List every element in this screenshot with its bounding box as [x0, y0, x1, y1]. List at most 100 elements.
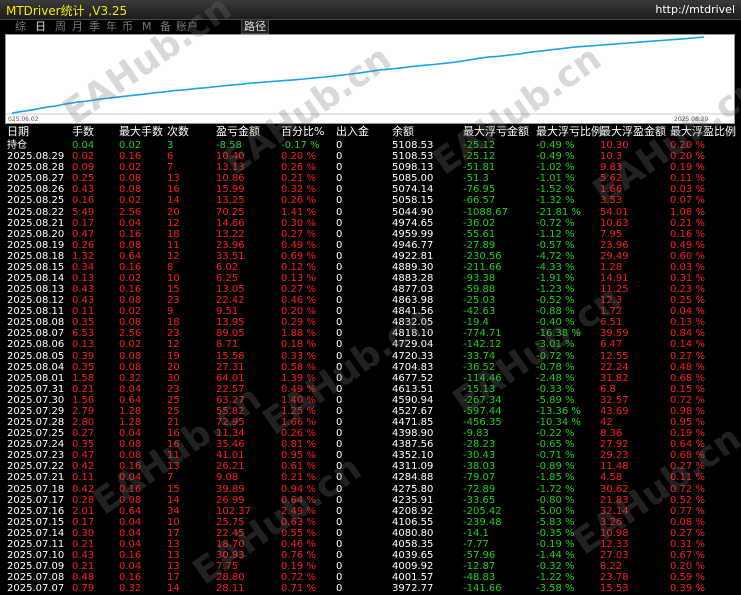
table-row[interactable]: 2025.08.11 0.11 0.02 9 9.51 0.20 % 0 4841.56 -42…: [0, 306, 741, 317]
cell-date: 2025.07.28: [7, 417, 65, 428]
cell-lots: 0.04: [72, 140, 95, 151]
table-row[interactable]: 2025.08.20 0.47 0.16 18 13.22 0.27 % 0 4959.99 -…: [0, 229, 741, 240]
table-row[interactable]: 2025.07.07 0.79 0.32 14 28.11 0.71 % 0 3972.77 -…: [0, 583, 741, 594]
cell-inout: 0: [336, 505, 343, 517]
cell-balance: 5085.00: [392, 173, 434, 185]
tab-5[interactable]: 年: [104, 19, 119, 34]
table-row[interactable]: 2025.07.31 0.21 0.04 23 22.57 0.49 % 0 4613.51 -…: [0, 384, 741, 395]
col-header-pct[interactable]: 百分比%: [281, 125, 324, 138]
col-header-lots[interactable]: 手数: [72, 125, 94, 138]
cell-pl: 89.05: [216, 328, 245, 340]
tab-6[interactable]: 币: [120, 19, 135, 34]
cell-max-float-profit-pct: 0.21 %: [670, 217, 705, 229]
table-row[interactable]: 2025.07.24 0.35 0.08 16 35.46 0.81 % 0 4387.56 -…: [0, 439, 741, 450]
cell-max-float-loss: -774.71: [463, 328, 502, 340]
table-row[interactable]: 2025.07.09 0.21 0.04 13 7.75 0.19 % 0 4009.92 -1…: [0, 561, 741, 572]
table-row[interactable]: 2025.08.14 0.13 0.02 10 6.25 0.13 % 0 4883.28 -9…: [0, 273, 741, 284]
tab-2[interactable]: 周: [53, 19, 68, 34]
cell-count: 14: [167, 583, 180, 595]
table-row[interactable]: 2025.07.10 0.43 0.16 13 30.93 0.76 % 0 4039.65 -…: [0, 550, 741, 561]
path-button[interactable]: 路径: [241, 19, 269, 34]
table-row[interactable]: 2025.08.25 0.16 0.02 14 13.25 0.26 % 0 5058.15 -…: [0, 195, 741, 206]
table-row[interactable]: 2025.08.21 0.17 0.04 12 14.66 0.30 % 0 4974.65 -…: [0, 218, 741, 229]
table-row[interactable]: 2025.07.25 0.27 0.04 16 11.34 0.26 % 0 4398.90 -…: [0, 428, 741, 439]
cell-inout: 0: [336, 450, 343, 462]
cell-max-float-loss-pct: -1.91 %: [536, 273, 575, 284]
cell-max-float-profit-pct: 0.11 %: [670, 472, 705, 484]
col-header-inout[interactable]: 出入金: [336, 125, 369, 138]
cell-max-float-loss: -230.56: [463, 250, 502, 262]
table-row[interactable]: 2025.07.23 0.47 0.08 11 41.01 0.95 % 0 4352.10 -…: [0, 450, 741, 461]
col-header-max-float-profit-pct[interactable]: 最大浮盈比例: [670, 125, 736, 138]
col-header-max-float-loss-pct[interactable]: 最大浮亏比例: [536, 125, 602, 138]
cell-max-lots: 0.16: [119, 261, 142, 273]
table-row[interactable]: 2025.07.11 0.21 0.04 13 18.70 0.46 % 0 4058.35 -…: [0, 539, 741, 550]
table-row[interactable]: 2025.08.28 0.09 0.02 7 13.13 0.26 % 0 5098.13 -5…: [0, 162, 741, 173]
table-row[interactable]: 2025.08.18 1.32 0.64 12 33.51 0.69 % 0 4922.81 -…: [0, 251, 741, 262]
col-header-date[interactable]: 日期: [7, 125, 29, 138]
table-row[interactable]: 2025.08.27 0.25 0.08 13 10.86 0.21 % 0 5085.00 -…: [0, 173, 741, 184]
cell-date: 2025.08.19: [7, 239, 65, 251]
table-row[interactable]: 2025.08.05 0.39 0.08 19 15.58 0.33 % 0 4720.33 -…: [0, 351, 741, 362]
col-header-pl[interactable]: 盈亏金额: [216, 125, 260, 138]
table-row[interactable]: 2025.08.07 6.53 2.56 23 89.05 1.88 % 0 4818.10 -…: [0, 328, 741, 339]
tab-0[interactable]: 综: [13, 19, 28, 34]
cell-max-float-loss: -93.38: [463, 273, 496, 284]
cell-pl: 63.27: [216, 394, 245, 406]
cell-count: 15: [167, 284, 180, 295]
cell-max-float-profit: 39.59: [600, 328, 629, 340]
table-row[interactable]: 2025.07.21 0.11 0.04 7 9.08 0.21 % 0 4284.88 -79…: [0, 472, 741, 483]
table-row[interactable]: 2025.07.15 0.17 0.04 10 25.75 0.63 % 0 4106.55 -…: [0, 517, 741, 528]
cell-max-float-profit-pct: 0.67 %: [670, 550, 705, 561]
table-row[interactable]: 2025.07.28 2.80 1.28 21 72.95 1.66 % 0 4471.85 -…: [0, 417, 741, 428]
table-row[interactable]: 持仓 0.04 0.02 3 -8.58 -0.17 % 0 5108.53 -25.12 -0.…: [0, 140, 741, 151]
col-header-balance[interactable]: 余额: [392, 125, 414, 138]
cell-lots: 2.80: [72, 417, 95, 428]
col-header-max-float-loss[interactable]: 最大浮亏金额: [463, 125, 529, 138]
tab-1[interactable]: 日: [33, 19, 48, 34]
table-row[interactable]: 2025.08.12 0.43 0.08 23 22.42 0.46 % 0 4863.98 -…: [0, 295, 741, 306]
cell-max-float-profit-pct: 0.39 %: [670, 583, 705, 595]
table-row[interactable]: 2025.08.19 0.26 0.08 11 23.96 0.49 % 0 4946.77 -…: [0, 240, 741, 251]
table-row[interactable]: 2025.07.29 2.79 1.28 25 55.82 1.25 % 0 4527.67 -…: [0, 406, 741, 417]
table-row[interactable]: 2025.07.30 1.56 0.64 25 63.27 1.40 % 0 4590.94 -…: [0, 395, 741, 406]
tab-9[interactable]: 账户: [174, 19, 200, 34]
table-row[interactable]: 2025.08.15 0.34 0.16 8 6.02 0.12 % 0 4889.30 -21…: [0, 262, 741, 273]
table-row[interactable]: 2025.07.18 0.42 0.16 15 39.89 0.94 % 0 4275.80 -…: [0, 484, 741, 495]
table-row[interactable]: 2025.08.29 0.02 0.16 6 10.40 0.20 % 0 5108.53 -2…: [0, 151, 741, 162]
cell-lots: 0.35: [72, 317, 95, 329]
col-header-max-lots[interactable]: 最大手数: [119, 125, 163, 138]
table-row[interactable]: 2025.07.08 0.48 0.16 17 28.80 0.72 % 0 4001.57 -…: [0, 572, 741, 583]
cell-max-lots: 1.28: [119, 417, 142, 428]
cell-lots: 0.43: [72, 295, 95, 307]
table-row[interactable]: 2025.08.06 0.13 0.02 12 8.71 0.18 % 0 4729.04 -1…: [0, 339, 741, 350]
cell-max-lots: 0.64: [119, 394, 142, 406]
tab-3[interactable]: 月: [70, 19, 85, 34]
table-row[interactable]: 2025.07.17 0.28 0.08 14 26.99 0.64 % 0 4235.91 -…: [0, 495, 741, 506]
table-row[interactable]: 2025.07.14 0.30 0.04 17 22.45 0.55 % 0 4080.80 -…: [0, 528, 741, 539]
cell-max-float-profit: 5.62: [600, 173, 623, 185]
cell-lots: 0.34: [72, 261, 95, 273]
table-row[interactable]: 2025.07.22 0.42 0.16 13 26.21 0.61 % 0 4311.09 -…: [0, 461, 741, 472]
table-row[interactable]: 2025.07.16 2.01 0.64 34 102.37 2.49 % 0 4208.92…: [0, 506, 741, 517]
table-row[interactable]: 2025.08.04 0.35 0.08 20 27.31 0.58 % 0 4704.83 -…: [0, 362, 741, 373]
site-url[interactable]: http://mtdrivel: [655, 3, 735, 16]
cell-pct: 0.30 %: [281, 217, 316, 229]
table-row[interactable]: 2025.08.26 0.43 0.08 16 15.99 0.32 % 0 5074.14 -…: [0, 184, 741, 195]
cell-max-float-profit: 43.69: [600, 405, 629, 417]
col-header-max-float-profit[interactable]: 最大浮盈金额: [600, 125, 666, 138]
table-row[interactable]: 2025.08.22 5.49 2.56 20 70.25 1.41 % 0 5044.90 -…: [0, 207, 741, 218]
tab-8[interactable]: 备: [158, 19, 173, 34]
col-header-count[interactable]: 次数: [167, 125, 189, 138]
table-row[interactable]: 2025.08.08 0.35 0.08 18 13.95 0.29 % 0 4832.05 -…: [0, 317, 741, 328]
cell-inout: 0: [336, 527, 343, 539]
cell-max-float-profit: 22.24: [600, 361, 629, 373]
table-row[interactable]: 2025.08.01 1.58 0.32 30 64.01 1.39 % 0 4677.52 -…: [0, 373, 741, 384]
cell-max-float-loss: -211.66: [463, 261, 502, 273]
tab-7[interactable]: M: [140, 19, 154, 34]
cell-max-float-profit-pct: 0.20 %: [670, 140, 705, 151]
cell-max-lots: 0.08: [119, 317, 142, 329]
table-row[interactable]: 2025.08.13 0.43 0.16 15 13.05 0.27 % 0 4877.03 -…: [0, 284, 741, 295]
tab-4[interactable]: 季: [87, 19, 102, 34]
cell-pl: 64.01: [216, 372, 245, 384]
